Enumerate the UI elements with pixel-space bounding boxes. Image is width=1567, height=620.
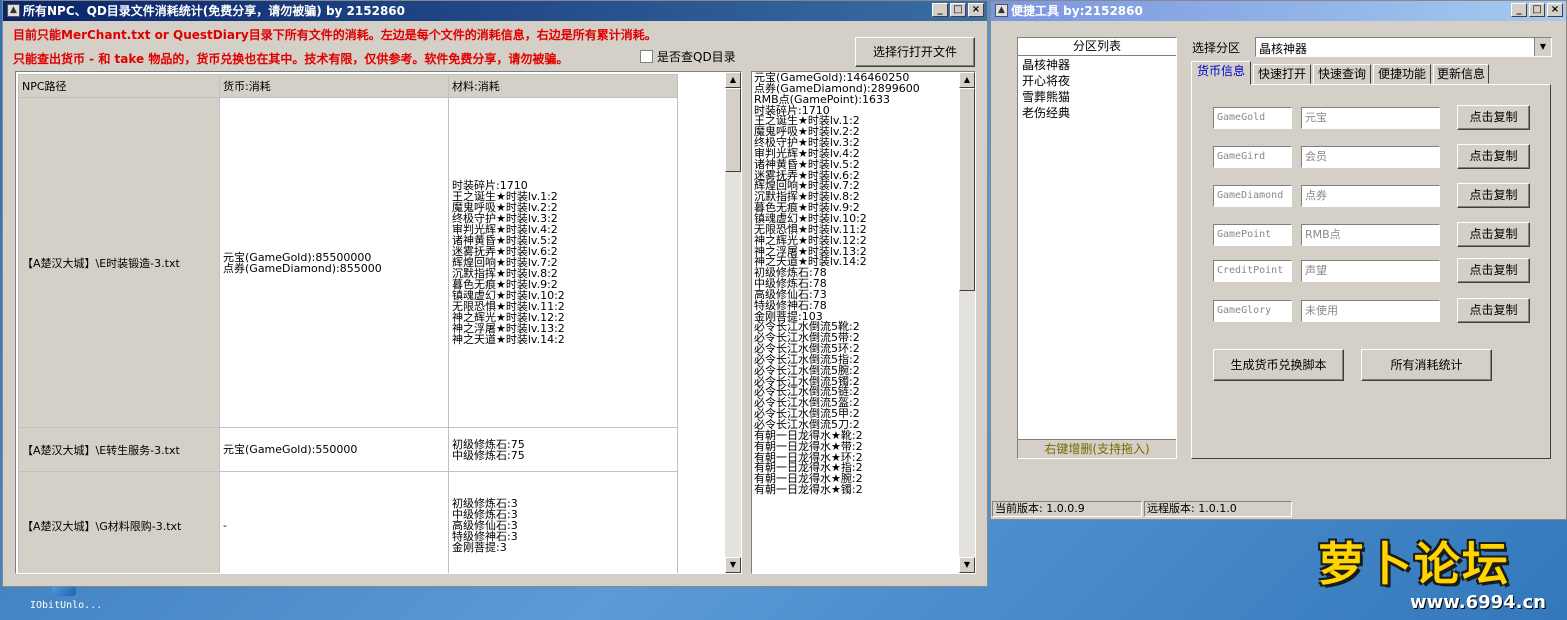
copy-button[interactable]: 点击复制 [1457,258,1530,283]
cell-materials: 时装碎片:1710 王之诞生★时装lv.1:2 魔鬼呼吸★时装lv.2:2 终极… [448,97,678,428]
header-currency[interactable]: 货币:消耗 [219,74,449,98]
tool-titlebar[interactable]: ▲ 便捷工具 by:2152860 _ □ × [991,1,1566,21]
scroll-up-icon[interactable]: ▲ [959,72,975,88]
currency-name-field[interactable]: RMB点 [1301,224,1440,246]
tab-quick-open[interactable]: 快速打开 [1253,64,1311,84]
table-row[interactable]: 【A楚汉大城】\G材料限购-3.txt - 初级修炼石:3 中级修炼石:3 高级… [18,471,678,573]
app-icon: ▲ [7,4,20,17]
scroll-up-icon[interactable]: ▲ [725,72,741,88]
zone-list-header: 分区列表 [1018,38,1176,56]
total-cost-list: 元宝(GameGold):146460250 点券(GameDiamond):28… [754,72,920,497]
table-row[interactable]: 【A楚汉大城】\E转生服务-3.txt 元宝(GameGold):550000 … [18,427,678,472]
minimize-icon[interactable]: _ [932,3,948,17]
file-cost-table-panel: NPC路径 货币:消耗 材料:消耗 【A楚汉大城】\E时装锻造-3.txt 元宝… [15,71,742,574]
tab-currency-info[interactable]: 货币信息 [1191,61,1251,85]
currency-code-field[interactable]: GameDiamond [1213,185,1292,207]
table-scrollbar[interactable]: ▲ ▼ [725,72,741,573]
cell-path: 【A楚汉大城】\G材料限购-3.txt [18,471,220,573]
currency-name-field[interactable]: 会员 [1301,146,1440,168]
scroll-down-icon[interactable]: ▼ [725,557,741,573]
currency-name-field[interactable]: 声望 [1301,260,1440,282]
remote-version: 远程版本: 1.0.1.0 [1144,501,1292,517]
qd-checkbox-label: 是否查QD目录 [657,50,736,64]
cell-currency: 元宝(GameGold):85500000 点券(GameDiamond):85… [219,97,449,428]
cell-currency: 元宝(GameGold):550000 [219,427,449,472]
copy-button[interactable]: 点击复制 [1457,183,1530,208]
scroll-thumb[interactable] [725,88,741,172]
tab-panel: GameGold 元宝 点击复制 GameGird 会员 点击复制 GameDiamond 点… [1191,84,1551,459]
maximize-icon[interactable]: □ [1529,3,1545,17]
summary-scrollbar[interactable]: ▲ ▼ [959,72,975,573]
zone-list-item[interactable]: 开心将夜 [1022,73,1070,89]
main-window: ▲ 所有NPC、QD目录文件消耗统计(免费分享，请勿被骗) by 2152860… [2,0,988,587]
file-cost-table: NPC路径 货币:消耗 材料:消耗 【A楚汉大城】\E时装锻造-3.txt 元宝… [18,74,678,573]
total-cost-item: 有朝一日龙得水★镯:2 [754,483,863,497]
currency-code-field[interactable]: GamePoint [1213,224,1292,246]
note-line-1: 目前只能MerChant.txt or QuestDiary目录下所有文件的消耗… [13,28,657,42]
currency-name-field[interactable]: 点券 [1301,185,1440,207]
cell-materials: 初级修炼石:3 中级修炼石:3 高级修仙石:3 特级修神石:3 金刚菩提:3 [448,471,678,573]
currency-name-field[interactable]: 元宝 [1301,107,1440,129]
cell-path: 【A楚汉大城】\E转生服务-3.txt [18,427,220,472]
copy-button[interactable]: 点击复制 [1457,105,1530,130]
cell-path: 【A楚汉大城】\E时装锻造-3.txt [18,97,220,428]
copy-button[interactable]: 点击复制 [1457,144,1530,169]
select-zone-label: 选择分区 [1192,41,1241,55]
currency-code-field[interactable]: CreditPoint [1213,260,1292,282]
maximize-icon[interactable]: □ [950,3,966,17]
tool-window: ▲ 便捷工具 by:2152860 _ □ × 分区列表 晶核神器 开心将夜 雪葬熊… [990,0,1567,520]
scroll-thumb[interactable] [959,88,975,291]
zone-list-item[interactable]: 老伤经典 [1022,105,1070,121]
desktop-icon-label: IObitUnlo... [30,600,103,611]
currency-code-field[interactable]: GameGird [1213,146,1292,168]
tab-update-info[interactable]: 更新信息 [1433,64,1489,84]
zone-select[interactable]: 晶核神器 ▼ [1255,37,1552,57]
gen-exchange-script-button[interactable]: 生成货币兑换脚本 [1213,349,1344,381]
qd-checkbox[interactable] [640,50,653,63]
app-icon: ▲ [995,4,1008,17]
currency-name-field[interactable]: 未使用 [1301,300,1440,322]
zone-list-box: 分区列表 晶核神器 开心将夜 雪葬熊猫 老伤经典 右键增删(支持拖入) [1017,37,1177,459]
copy-button[interactable]: 点击复制 [1457,298,1530,323]
tool-window-title: 便捷工具 by:2152860 [1011,4,1143,18]
tab-quick-query[interactable]: 快速查询 [1313,64,1371,84]
current-version: 当前版本: 1.0.0.9 [992,501,1142,517]
open-file-button[interactable]: 选择行打开文件 [855,37,975,67]
forum-logo: 萝卜论坛 www.6994.cn [1310,520,1567,620]
logo-text: 萝卜论坛 [1318,537,1510,591]
cell-materials: 初级修炼石:75 中级修炼石:75 [448,427,678,472]
main-window-title: 所有NPC、QD目录文件消耗统计(免费分享，请勿被骗) by 2152860 [23,4,405,18]
all-cost-stats-button[interactable]: 所有消耗统计 [1361,349,1492,381]
table-header-row: NPC路径 货币:消耗 材料:消耗 [18,74,678,98]
chevron-down-icon[interactable]: ▼ [1534,38,1551,56]
close-icon[interactable]: × [968,3,984,17]
logo-url: www.6994.cn [1410,592,1546,613]
close-icon[interactable]: × [1547,3,1563,17]
copy-button[interactable]: 点击复制 [1457,222,1530,247]
minimize-icon[interactable]: _ [1511,3,1527,17]
cell-currency: - [219,471,449,573]
zone-list: 晶核神器 开心将夜 雪葬熊猫 老伤经典 [1022,57,1070,121]
header-npc-path[interactable]: NPC路径 [18,74,220,98]
note-line-2: 只能查出货币 - 和 take 物品的，货币兑换也在其中。技术有限，仅供参考。软… [13,52,569,66]
zone-list-item[interactable]: 晶核神器 [1022,57,1070,73]
currency-code-field[interactable]: GameGlory [1213,300,1292,322]
currency-code-field[interactable]: GameGold [1213,107,1292,129]
header-materials[interactable]: 材料:消耗 [448,74,678,98]
scroll-down-icon[interactable]: ▼ [959,557,975,573]
zone-list-footer[interactable]: 右键增删(支持拖入) [1018,439,1176,458]
zone-list-item[interactable]: 雪葬熊猫 [1022,89,1070,105]
table-row[interactable]: 【A楚汉大城】\E时装锻造-3.txt 元宝(GameGold):8550000… [18,97,678,428]
main-titlebar[interactable]: ▲ 所有NPC、QD目录文件消耗统计(免费分享，请勿被骗) by 2152860… [3,1,987,21]
total-cost-panel: 元宝(GameGold):146460250 点券(GameDiamond):28… [751,71,976,574]
tab-convenience[interactable]: 便捷功能 [1373,64,1431,84]
zone-select-value: 晶核神器 [1259,42,1308,56]
